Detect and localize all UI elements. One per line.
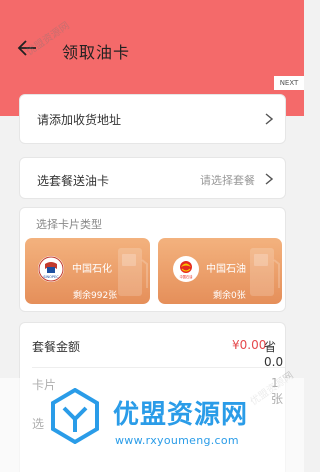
plan-amount-value: ¥0.00 [232,338,267,352]
chevron-right-icon [265,173,273,185]
watermark-url: www.rxyoumeng.com [115,434,239,447]
sinopec-logo: SINOPEC [38,256,64,282]
svg-text:中国石油: 中国石油 [180,274,193,279]
select-plan-row[interactable]: 选套餐送油卡 请选择套餐 [19,157,286,199]
plan-amount-label: 套餐金额 [32,340,81,354]
watermark-logo-icon [51,388,99,444]
fuel-pump-icon [118,248,148,296]
card-option-name: 中国石化 [72,264,112,275]
plan-amount-saving: 省0.0 [264,340,284,369]
card-option-remaining: 剩余0张 [213,291,246,301]
site-watermark: 优盟资源网 www.rxyoumeng.com [0,378,304,472]
svg-text:SINOPEC: SINOPEC [43,275,59,279]
watermark-brand: 优盟资源网 [113,400,249,430]
select-plan-placeholder: 请选择套餐 [200,174,255,187]
card-type-section: 选择卡片类型 SINOPEC 中国石化 剩余992张 中国石油 中国石油 剩余0… [19,207,286,312]
select-plan-label: 选套餐送油卡 [37,174,110,188]
card-option-petrochina[interactable]: 中国石油 中国石油 剩余0张 [158,238,282,304]
add-address-label: 请添加收货地址 [37,113,122,127]
card-option-sinopec[interactable]: SINOPEC 中国石化 剩余992张 [25,238,150,304]
next-badge[interactable]: NEXT [274,76,304,90]
card-type-label: 选择卡片类型 [36,218,102,231]
divider [32,367,285,368]
petrochina-logo: 中国石油 [173,256,199,282]
card-option-name: 中国石油 [206,264,246,275]
chevron-right-icon [265,113,273,125]
page-title: 领取油卡 [62,43,131,62]
add-address-row[interactable]: 请添加收货地址 [19,94,286,144]
card-option-remaining: 剩余992张 [73,291,118,301]
fuel-pump-icon [250,248,280,296]
